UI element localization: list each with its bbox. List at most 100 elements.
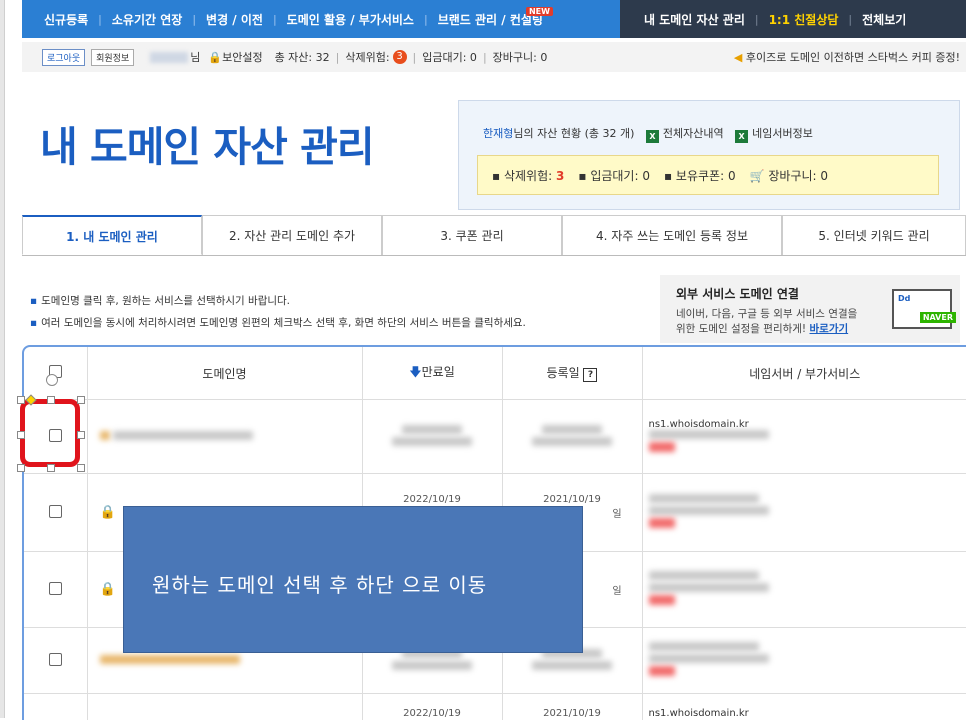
delete-risk-value: 3 <box>556 169 564 183</box>
header-nameserver: 네임서버 / 부가서비스 <box>642 347 966 400</box>
nav-brand[interactable]: 브랜드 관리 / 컨설팅 NEW <box>428 11 553 28</box>
header-registered: 등록일 ? <box>502 347 642 400</box>
nameserver-cell <box>642 474 966 552</box>
row-checkbox[interactable] <box>49 582 62 595</box>
megaphone-icon: ◀ <box>734 51 742 64</box>
asset-summary-box: 한재형님의 자산 현황 (총 32 개) X전체자산내역 X네임서버정보 ▪ 삭… <box>458 100 960 210</box>
pending-payment[interactable]: 입금대기: 0 <box>422 49 477 65</box>
nav-register[interactable]: 신규등록 <box>22 11 98 28</box>
asset-summary-text: 님의 자산 현황 (총 32 개) <box>513 127 634 140</box>
selection-highlight <box>20 399 80 467</box>
logout-button[interactable]: 로그아웃 <box>42 49 85 66</box>
external-service-desc: 네이버, 다음, 구글 등 외부 서비스 연결을 위한 도메인 설정을 편리하게… <box>676 307 857 337</box>
tab-internet-keywords[interactable]: 5. 인터넷 키워드 관리 <box>782 215 966 255</box>
separator: | <box>413 51 417 64</box>
external-service-banner[interactable]: 외부 서비스 도메인 연결 네이버, 다음, 구글 등 외부 서비스 연결을 위… <box>660 275 960 343</box>
table-header-row: 도메인명 🡇만료일 등록일 ? 네임서버 / 부가서비스 <box>24 347 966 400</box>
nameserver-text: ns1.whoisdomain.kr <box>649 419 749 430</box>
daum-logo: Dd <box>898 294 910 303</box>
resize-handle[interactable] <box>47 396 55 404</box>
lock-icon <box>100 431 110 440</box>
tab-frequent-registration-info[interactable]: 4. 자주 쓰는 도메인 등록 정보 <box>562 215 782 255</box>
header-domain: 도메인명 <box>87 347 362 400</box>
security-label: 보안설정 <box>222 51 262 64</box>
nav-my-assets[interactable]: 내 도메인 자산 관리 <box>620 11 755 28</box>
window-frame-edge <box>0 0 5 718</box>
nav-domain-usage[interactable]: 도메인 활용 / 부가서비스 <box>277 11 424 28</box>
table-row: 2022/10/19 2021/10/19 ns1.whoisdomain.kr <box>24 694 966 720</box>
tab-add-asset-domain[interactable]: 2. 자산 관리 도메인 추가 <box>202 215 382 255</box>
registered-cell <box>502 400 642 474</box>
row-checkbox[interactable] <box>49 505 62 518</box>
status-delete-risk[interactable]: ▪ 삭제위험: 3 <box>492 167 564 184</box>
total-assets: 총 자산: 32 <box>275 49 330 65</box>
tab-coupons[interactable]: 3. 쿠폰 관리 <box>382 215 562 255</box>
nav-renew[interactable]: 소유기간 연장 <box>102 11 192 28</box>
resize-handle[interactable] <box>77 464 85 472</box>
table-row: ns1.whoisdomain.kr <box>24 400 966 474</box>
status-coupons[interactable]: ▪ 보유쿠폰: 0 <box>664 167 736 184</box>
security-settings-link[interactable]: 🔒보안설정 <box>208 49 262 65</box>
domain-cell[interactable] <box>87 400 362 474</box>
resize-handle[interactable] <box>17 431 25 439</box>
row-checkbox-cell <box>24 474 87 552</box>
cart-label: 장바구니: 0 <box>768 169 828 183</box>
resize-handle[interactable] <box>77 396 85 404</box>
excel-icon: X <box>735 130 748 143</box>
naver-badge: NAVER <box>920 312 956 323</box>
cart-count[interactable]: 장바구니: 0 <box>493 49 548 65</box>
nav-transfer[interactable]: 변경 / 이전 <box>196 11 273 28</box>
resize-handle[interactable] <box>77 431 85 439</box>
owner-name: 한재형 <box>483 127 513 140</box>
row-checkbox-cell <box>24 552 87 628</box>
row-checkbox-cell <box>24 628 87 694</box>
external-service-desc-1: 네이버, 다음, 구글 등 외부 서비스 연결을 <box>676 307 857 322</box>
member-info-button[interactable]: 회원정보 <box>91 49 134 66</box>
nav-dark-section: 내 도메인 자산 관리 | 1:1 친절상담 | 전체보기 <box>620 0 966 38</box>
asset-status-box: ▪ 삭제위험: 3 ▪ 입금대기: 0 ▪ 보유쿠폰: 0 🛒 장바구니: 0 <box>477 155 939 195</box>
instruction-1-text: 도메인명 클릭 후, 원하는 서비스를 선택하시기 바랍니다. <box>41 295 290 307</box>
status-pending[interactable]: ▪ 입금대기: 0 <box>578 167 650 184</box>
registered-date: 2021/10/19 <box>543 494 601 505</box>
nameserver-cell <box>642 628 966 694</box>
user-name-blurred <box>150 52 188 63</box>
resize-handle[interactable] <box>17 464 25 472</box>
tab-my-domains[interactable]: 1. 내 도메인 관리 <box>22 215 202 255</box>
status-cart[interactable]: 🛒 장바구니: 0 <box>750 167 828 184</box>
pending-label: 입금대기: 0 <box>590 169 650 183</box>
nameserver-cell: ns1.whoisdomain.kr <box>642 694 966 720</box>
page-title: 내 도메인 자산 관리 <box>40 113 374 173</box>
tab-bar: 1. 내 도메인 관리 2. 자산 관리 도메인 추가 3. 쿠폰 관리 4. … <box>22 215 966 256</box>
rotate-handle[interactable] <box>46 374 58 386</box>
nav-consult[interactable]: 1:1 친절상담 <box>759 11 849 28</box>
registered-cell: 2021/10/19 <box>502 694 642 720</box>
help-icon[interactable]: ? <box>583 368 597 382</box>
expire-cell: 2022/10/19 <box>362 694 502 720</box>
nameserver-cell <box>642 552 966 628</box>
name-suffix: 님 <box>190 49 200 65</box>
nav-all[interactable]: 전체보기 <box>852 11 916 28</box>
full-asset-list-link[interactable]: 전체자산내역 <box>663 127 724 140</box>
header-expire-label: 만료일 <box>422 365 455 379</box>
instruction-1: ▪도메인명 클릭 후, 원하는 서비스를 선택하시기 바랍니다. <box>30 290 526 312</box>
instructions: ▪도메인명 클릭 후, 원하는 서비스를 선택하시기 바랍니다. ▪여러 도메인… <box>30 290 526 334</box>
lock-icon: 🔒 <box>100 582 116 597</box>
resize-handle[interactable] <box>47 464 55 472</box>
domain-cell[interactable] <box>87 694 362 720</box>
promo-text: 후이즈로 도메인 이전하면 스타벅스 커피 증정! <box>746 51 960 64</box>
external-service-title: 외부 서비스 도메인 연결 <box>676 285 799 302</box>
nameserver-info-link[interactable]: 네임서버정보 <box>752 127 813 140</box>
domain-name-blurred <box>100 655 240 664</box>
header-expire[interactable]: 🡇만료일 <box>362 347 502 400</box>
go-link[interactable]: 바로가기 <box>810 323 849 335</box>
instruction-2: ▪여러 도메인을 동시에 처리하시려면 도메인명 왼편의 체크박스 선택 후, … <box>30 312 526 334</box>
row-checkbox[interactable] <box>49 653 62 666</box>
promo-banner[interactable]: ◀ 후이즈로 도메인 이전하면 스타벅스 커피 증정! <box>734 49 960 65</box>
resize-handle[interactable] <box>17 396 25 404</box>
cart-icon: 🛒 <box>750 169 765 183</box>
header-registered-label: 등록일 <box>547 366 580 380</box>
select-all-cell <box>24 347 87 400</box>
delete-risk-count[interactable]: 3 <box>393 50 407 64</box>
asset-summary-line: 한재형님의 자산 현황 (총 32 개) X전체자산내역 X네임서버정보 <box>483 125 813 143</box>
delete-risk-label: 삭제위험: <box>345 49 389 65</box>
